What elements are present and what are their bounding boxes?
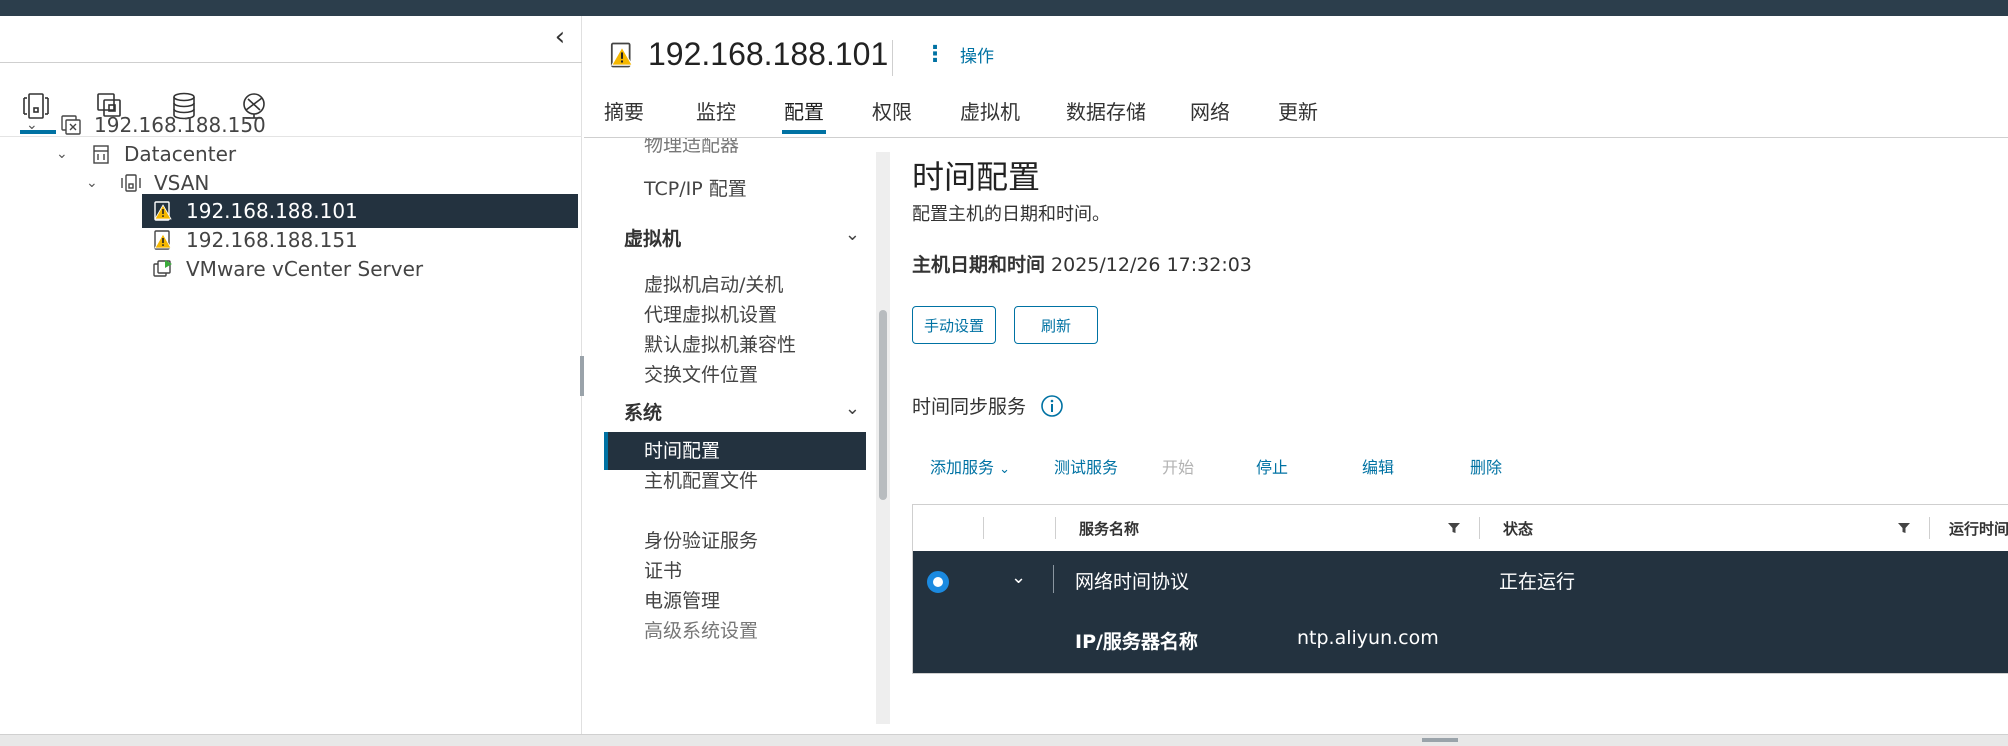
nav-item-agent-vm[interactable]: 代理虚拟机设置 — [644, 300, 777, 327]
chevron-down-icon: ⌄ — [844, 224, 860, 245]
row-detail: IP/服务器名称 ntp.aliyun.com — [913, 611, 2008, 673]
vm-powered-on-icon — [153, 260, 172, 277]
chevron-down-icon[interactable]: ⌄ — [1011, 567, 1026, 588]
delete-button[interactable]: 删除 — [1470, 454, 1502, 478]
grid-header: 服务名称 状态 运行时间 — [913, 505, 2008, 551]
tab-networks[interactable]: 网络 — [1190, 96, 1230, 125]
tree-item-label: 192.168.188.101 — [186, 199, 358, 223]
table-row[interactable]: ⌄ 网络时间协议 正在运行 — [913, 551, 2008, 611]
top-bar — [0, 0, 2008, 16]
actions-menu-button[interactable]: ⋮ 操作 — [924, 42, 994, 67]
add-service-button[interactable]: 添加服务 ⌄ — [930, 454, 1010, 478]
filter-icon[interactable] — [1447, 521, 1461, 535]
tab-permissions[interactable]: 权限 — [872, 96, 912, 125]
chevron-down-icon: ⌄ — [844, 398, 860, 419]
chevron-down-icon[interactable]: ⌄ — [56, 146, 74, 162]
scrollbar-thumb[interactable] — [879, 310, 887, 500]
nav-item-default-compat[interactable]: 默认虚拟机兼容性 — [644, 330, 796, 357]
actions-label: 操作 — [960, 47, 994, 67]
datetime-value: 2025/12/26 17:32:03 — [1051, 254, 1252, 276]
nav-item-advanced-settings[interactable]: 高级系统设置 — [644, 616, 758, 643]
sync-services-heading: 时间同步服务 — [912, 392, 1064, 419]
object-header: 192.168.188.101 ⋮ 操作 摘要 监控 配置 权限 虚拟机 数据存… — [584, 16, 2008, 138]
inventory-panel: ‹ ⌄ 192.168.188.150 ⌄ Datacenter ⌄ VSAN … — [0, 16, 582, 734]
tab-updates[interactable]: 更新 — [1278, 96, 1318, 125]
tab-monitor[interactable]: 监控 — [696, 96, 736, 125]
host-warning-icon — [610, 42, 634, 67]
start-button[interactable]: 开始 — [1162, 454, 1194, 478]
manual-setup-button[interactable]: 手动设置 — [912, 306, 996, 344]
settings-nav: 物理适配器 TCP/IP 配置 虚拟机 ⌄ 虚拟机启动/关机 代理虚拟机设置 默… — [584, 138, 884, 724]
tree-item-label: VMware vCenter Server — [186, 257, 424, 281]
detail-value: ntp.aliyun.com — [1297, 627, 1439, 649]
nav-group-system[interactable]: 系统 ⌄ — [624, 398, 860, 425]
stop-button[interactable]: 停止 — [1256, 454, 1288, 478]
tree-item-label: 192.168.188.150 — [94, 113, 266, 137]
chevron-down-icon[interactable]: ⌄ — [86, 175, 104, 191]
info-icon[interactable] — [1040, 394, 1064, 418]
nav-item-certificate[interactable]: 证书 — [644, 556, 682, 583]
host-warning-icon — [154, 201, 172, 221]
tree-item-vcenter-vm[interactable]: VMware vCenter Server — [152, 252, 566, 286]
filter-icon[interactable] — [1897, 521, 1911, 535]
refresh-button[interactable]: 刷新 — [1014, 306, 1098, 344]
more-vertical-icon: ⋮ — [924, 42, 946, 67]
tree-item-label: 192.168.188.151 — [186, 228, 358, 252]
nav-item-auth-services[interactable]: 身份验证服务 — [644, 526, 758, 553]
page-title: 192.168.188.101 — [608, 36, 888, 73]
tab-datastores[interactable]: 数据存储 — [1066, 96, 1146, 125]
chevron-down-icon: ⌄ — [999, 462, 1011, 477]
section-description: 配置主机的日期和时间。 — [912, 204, 1110, 225]
cluster-icon — [121, 174, 141, 192]
chevron-down-icon[interactable]: ⌄ — [26, 117, 44, 133]
nav-item-power-mgmt[interactable]: 电源管理 — [644, 586, 720, 613]
section-title: 时间配置 — [912, 158, 1041, 196]
tab-summary[interactable]: 摘要 — [604, 96, 644, 125]
datacenter-icon — [93, 145, 109, 164]
status-cell: 正在运行 — [1499, 571, 1576, 593]
services-grid: 服务名称 状态 运行时间 ⌄ 网络时间协议 正在运行 IP/服务器名称 ntp.… — [912, 504, 2008, 674]
column-status[interactable]: 状态 — [1503, 518, 1533, 539]
column-service-name[interactable]: 服务名称 — [1079, 518, 1139, 539]
nav-item-physical-adapters[interactable]: 物理适配器 — [644, 138, 739, 157]
detail-label: IP/服务器名称 — [1075, 631, 1198, 653]
sync-services-label: 时间同步服务 — [912, 396, 1027, 418]
nav-item-tcpip[interactable]: TCP/IP 配置 — [644, 174, 747, 201]
nav-group-vm[interactable]: 虚拟机 ⌄ — [624, 224, 860, 251]
service-name-cell: 网络时间协议 — [1075, 571, 1190, 593]
host-warning-icon — [154, 230, 172, 250]
tree-item-label: VSAN — [154, 171, 210, 195]
edit-button[interactable]: 编辑 — [1362, 454, 1394, 478]
host-name: 192.168.188.101 — [648, 36, 889, 72]
test-service-button[interactable]: 测试服务 — [1054, 454, 1118, 478]
scrollbar-thumb[interactable] — [1422, 738, 1458, 742]
column-uptime[interactable]: 运行时间 — [1949, 518, 2008, 539]
nav-group-label: 系统 — [624, 402, 663, 424]
tab-vms[interactable]: 虚拟机 — [960, 96, 1020, 125]
tab-configure[interactable]: 配置 — [782, 96, 826, 134]
nav-item-time-config[interactable]: 时间配置 — [644, 436, 720, 463]
time-config-panel: 时间配置 配置主机的日期和时间。 主机日期和时间 2025/12/26 17:32… — [890, 138, 2008, 724]
tree-item-label: Datacenter — [124, 142, 237, 166]
nav-scrollbar[interactable] — [876, 152, 890, 724]
host-datetime: 主机日期和时间 2025/12/26 17:32:03 — [912, 250, 1252, 277]
nav-item-vm-startup[interactable]: 虚拟机启动/关机 — [644, 270, 783, 297]
vcenter-icon — [61, 115, 81, 135]
datetime-label: 主机日期和时间 — [912, 254, 1046, 276]
collapse-panel-button[interactable]: ‹ — [548, 24, 572, 50]
row-radio[interactable] — [927, 571, 949, 593]
nav-item-host-profile[interactable]: 主机配置文件 — [644, 466, 758, 493]
horizontal-scrollbar[interactable] — [0, 734, 2008, 746]
nav-item-swap-location[interactable]: 交换文件位置 — [644, 360, 758, 387]
nav-group-label: 虚拟机 — [624, 228, 682, 250]
